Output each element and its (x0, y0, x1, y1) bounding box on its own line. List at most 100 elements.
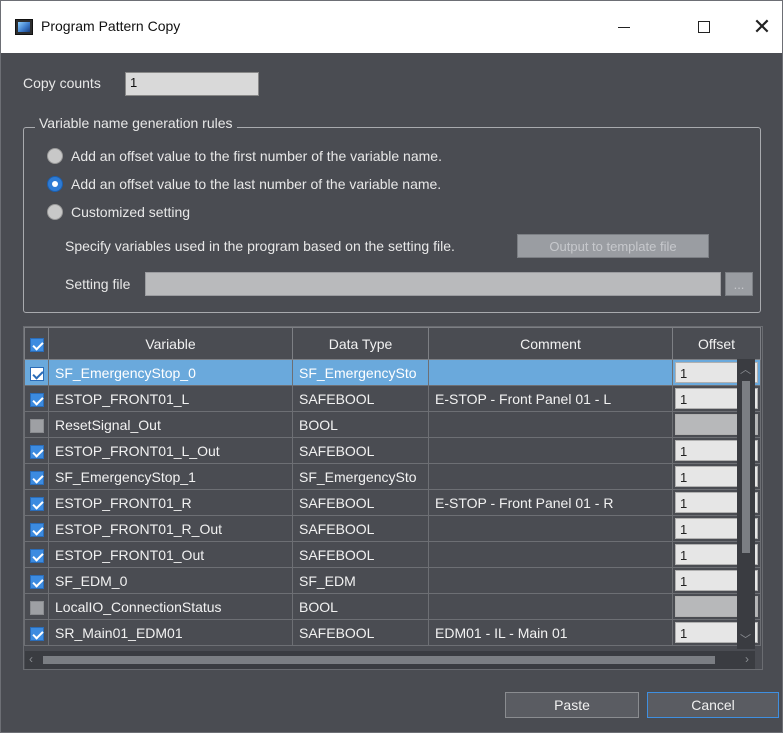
minimize-button[interactable] (601, 11, 647, 43)
comment-cell[interactable] (428, 567, 673, 594)
column-header-comment[interactable]: Comment (428, 327, 673, 360)
comment-cell[interactable] (428, 463, 673, 490)
row-checkbox[interactable] (24, 619, 49, 646)
checkbox-icon[interactable] (29, 366, 44, 381)
comment-cell[interactable] (428, 541, 673, 568)
checkbox-icon[interactable] (29, 470, 44, 485)
row-checkbox[interactable] (24, 385, 49, 412)
column-header-offset[interactable]: Offset (672, 327, 761, 360)
data-type-cell[interactable]: SF_EmergencySto (292, 359, 429, 386)
table-row[interactable]: ESTOP_FRONT01_Out SAFEBOOL 1 (24, 541, 761, 568)
radio-selected-icon[interactable] (47, 176, 63, 192)
checkbox-icon[interactable] (29, 600, 44, 615)
maximize-button[interactable] (681, 11, 727, 43)
data-type-cell[interactable]: BOOL (292, 411, 429, 438)
copy-counts-input[interactable]: 1 (125, 72, 259, 96)
row-checkbox[interactable] (24, 359, 49, 386)
rules-legend: Variable name generation rules (35, 115, 237, 131)
scroll-up-icon[interactable]: ︿ (740, 361, 751, 377)
variable-cell[interactable]: ResetSignal_Out (48, 411, 293, 438)
window-title: Program Pattern Copy (41, 18, 181, 34)
data-type-cell[interactable]: SAFEBOOL (292, 489, 429, 516)
variable-cell[interactable]: ESTOP_FRONT01_L_Out (48, 437, 293, 464)
comment-cell[interactable] (428, 437, 673, 464)
row-checkbox[interactable] (24, 489, 49, 516)
table-row[interactable]: LocalIO_ConnectionStatus BOOL (24, 593, 761, 620)
variable-table: Variable Data Type Comment Offset SF_Eme… (24, 327, 761, 646)
close-button[interactable]: ✕ (739, 11, 783, 43)
data-type-cell[interactable]: SAFEBOOL (292, 385, 429, 412)
table-row[interactable]: ESTOP_FRONT01_L SAFEBOOL E-STOP - Front … (24, 385, 761, 412)
checkbox-icon[interactable] (29, 522, 44, 537)
data-type-cell[interactable]: BOOL (292, 593, 429, 620)
table-row[interactable]: ESTOP_FRONT01_R SAFEBOOL E-STOP - Front … (24, 489, 761, 516)
radio-icon[interactable] (47, 148, 63, 164)
variable-cell[interactable]: ESTOP_FRONT01_Out (48, 541, 293, 568)
comment-cell[interactable]: E-STOP - Front Panel 01 - R (428, 489, 673, 516)
scroll-down-icon[interactable]: ﹀ (740, 631, 751, 647)
row-checkbox[interactable] (24, 567, 49, 594)
row-checkbox[interactable] (24, 437, 49, 464)
data-type-cell[interactable]: SAFEBOOL (292, 541, 429, 568)
data-type-cell[interactable]: SAFEBOOL (292, 515, 429, 542)
data-type-cell[interactable]: SAFEBOOL (292, 437, 429, 464)
column-header-variable[interactable]: Variable (48, 327, 293, 360)
scroll-right-icon[interactable]: › (745, 652, 749, 666)
comment-cell[interactable]: E-STOP - Front Panel 01 - L (428, 385, 673, 412)
comment-cell[interactable] (428, 593, 673, 620)
rule-option-custom[interactable]: Customized setting (47, 204, 190, 220)
cancel-button[interactable]: Cancel (647, 692, 779, 718)
data-type-cell[interactable]: SF_EmergencySto (292, 463, 429, 490)
setting-file-input[interactable] (145, 272, 721, 296)
variable-cell[interactable]: SF_EmergencyStop_1 (48, 463, 293, 490)
variable-cell[interactable]: SR_Main01_EDM01 (48, 619, 293, 646)
comment-cell[interactable] (428, 411, 673, 438)
table-row[interactable]: SR_Main01_EDM01 SAFEBOOL EDM01 - IL - Ma… (24, 619, 761, 646)
row-checkbox[interactable] (24, 541, 49, 568)
row-checkbox[interactable] (24, 515, 49, 542)
rule-option-last[interactable]: Add an offset value to the last number o… (47, 176, 441, 192)
checkbox-icon[interactable] (29, 574, 44, 589)
browse-button[interactable]: ... (725, 272, 753, 296)
output-template-button[interactable]: Output to template file (517, 234, 709, 258)
table-row[interactable]: SF_EDM_0 SF_EDM 1 (24, 567, 761, 594)
row-checkbox[interactable] (24, 411, 49, 438)
checkbox-icon[interactable] (29, 418, 44, 433)
variable-cell[interactable]: ESTOP_FRONT01_R_Out (48, 515, 293, 542)
paste-button[interactable]: Paste (505, 692, 639, 718)
table-row[interactable]: ESTOP_FRONT01_L_Out SAFEBOOL 1 (24, 437, 761, 464)
variable-cell[interactable]: SF_EmergencyStop_0 (48, 359, 293, 386)
checkbox-icon[interactable] (29, 392, 44, 407)
table-row[interactable]: ESTOP_FRONT01_R_Out SAFEBOOL 1 (24, 515, 761, 542)
horizontal-scroll-thumb[interactable] (43, 656, 715, 664)
comment-cell[interactable]: EDM01 - IL - Main 01 (428, 619, 673, 646)
setting-file-label: Setting file (65, 276, 131, 292)
horizontal-scrollbar[interactable]: ‹ › (25, 651, 755, 669)
table-row[interactable]: ResetSignal_Out BOOL (24, 411, 761, 438)
variable-cell[interactable]: SF_EDM_0 (48, 567, 293, 594)
scroll-left-icon[interactable]: ‹ (29, 652, 33, 666)
table-row[interactable]: SF_EmergencyStop_0 SF_EmergencySto 1 (24, 359, 761, 386)
checkbox-icon[interactable] (29, 548, 44, 563)
row-checkbox[interactable] (24, 463, 49, 490)
comment-cell[interactable] (428, 359, 673, 386)
column-header-data-type[interactable]: Data Type (292, 327, 429, 360)
checkbox-icon[interactable] (29, 496, 44, 511)
select-all-checkbox[interactable] (24, 327, 49, 360)
comment-cell[interactable] (428, 515, 673, 542)
checkbox-icon[interactable] (29, 626, 44, 641)
radio-icon[interactable] (47, 204, 63, 220)
vertical-scroll-thumb[interactable] (742, 381, 750, 553)
variable-cell[interactable]: ESTOP_FRONT01_L (48, 385, 293, 412)
app-icon (15, 19, 33, 35)
variable-cell[interactable]: ESTOP_FRONT01_R (48, 489, 293, 516)
row-checkbox[interactable] (24, 593, 49, 620)
data-type-cell[interactable]: SF_EDM (292, 567, 429, 594)
checkbox-icon[interactable] (29, 444, 44, 459)
data-type-cell[interactable]: SAFEBOOL (292, 619, 429, 646)
table-row[interactable]: SF_EmergencyStop_1 SF_EmergencySto 1 (24, 463, 761, 490)
rule-option-first[interactable]: Add an offset value to the first number … (47, 148, 442, 164)
checkbox-icon[interactable] (29, 337, 44, 352)
vertical-scrollbar[interactable]: ︿ ﹀ (737, 359, 755, 649)
variable-cell[interactable]: LocalIO_ConnectionStatus (48, 593, 293, 620)
